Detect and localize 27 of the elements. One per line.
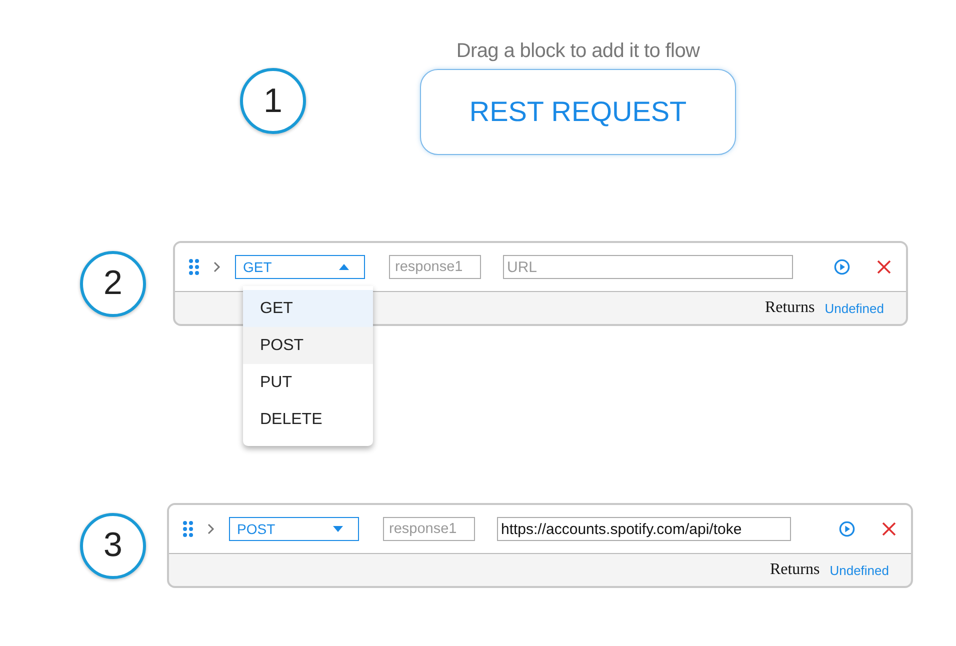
step-number-badge: 1	[240, 68, 306, 134]
rest-request-block-button[interactable]: REST REQUEST	[420, 69, 736, 155]
variable-field[interactable]: response1	[389, 255, 481, 279]
returns-label: Returns	[764, 299, 815, 317]
hint-text: Drag a block to add it to flow	[456, 40, 700, 63]
caret-icon	[338, 263, 350, 271]
step-number-badge: 2	[80, 250, 146, 316]
close-icon[interactable]	[876, 259, 892, 275]
chevron-right-icon[interactable]	[213, 261, 221, 273]
returns-label: Returns	[770, 561, 820, 579]
menu-item[interactable]: DELETE	[243, 401, 373, 438]
drag-handle-icon[interactable]	[189, 259, 199, 275]
url-field[interactable]: URL	[503, 255, 793, 279]
method-dropdown[interactable]: POST	[229, 517, 359, 541]
menu-item[interactable]: PUT	[243, 364, 373, 401]
chevron-right-icon[interactable]	[207, 523, 215, 535]
menu-item[interactable]: POST	[243, 327, 373, 364]
caret-icon	[332, 525, 344, 533]
play-icon[interactable]	[834, 259, 850, 275]
menu-item[interactable]: GET	[243, 290, 373, 327]
play-icon[interactable]	[839, 521, 855, 537]
variable-field[interactable]: response1	[383, 517, 475, 541]
drag-handle-icon[interactable]	[183, 521, 193, 537]
method-dropdown[interactable]: GET	[235, 255, 365, 279]
url-field[interactable]: https://accounts.spotify.com/api/toke	[497, 517, 791, 541]
close-icon[interactable]	[881, 521, 897, 537]
step-number-badge: 3	[80, 512, 146, 578]
